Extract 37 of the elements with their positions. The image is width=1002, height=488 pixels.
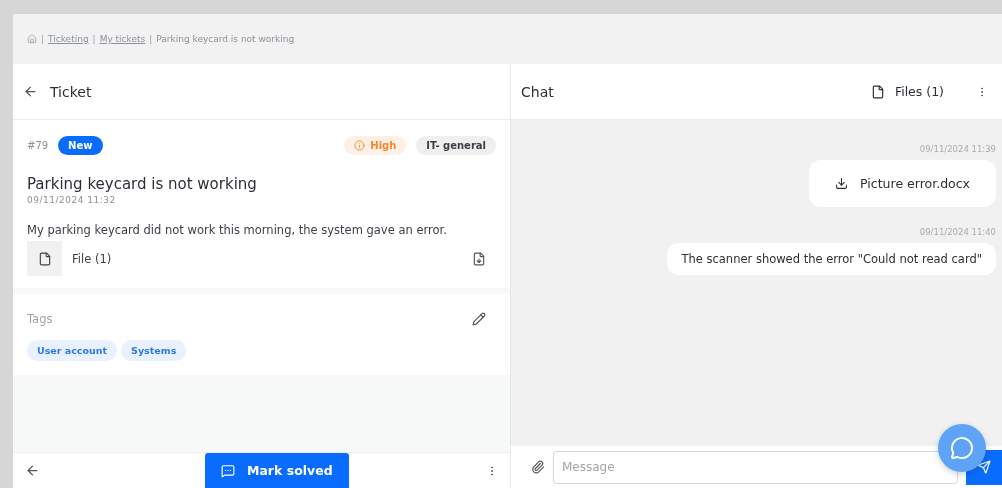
attachment-label: File (1) [72,251,112,266]
message-field[interactable]: Message [553,450,958,484]
chat-bubble-button[interactable] [938,424,986,472]
ticket-subject: Parking keycard is not working [27,175,258,193]
chat-message: The scanner showed the error "Could not read card" [667,243,996,275]
back-button[interactable] [23,84,38,99]
breadcrumb-link[interactable]: Ticketing [48,34,89,44]
chat-title: Chat [521,83,554,100]
message-time: 09/11/2024 11:40 [919,227,996,237]
file-message[interactable]: Picture error.docx [809,160,996,207]
tag-chip: Systems [121,340,187,361]
status-badge: New [58,136,103,155]
tag-chip: User account [27,340,118,361]
priority-badge: High [344,136,407,155]
tags-label: Tags [27,312,53,326]
panel-title: Ticket [50,83,92,100]
breadcrumb-separator: | [92,34,96,44]
page-name: Parking keycard is not working [156,34,295,44]
back-button[interactable] [25,463,40,478]
attach-icon[interactable] [531,460,545,474]
ticket-number: #79 [27,140,49,151]
message-time: 09/11/2024 11:39 [919,144,996,154]
breadcrumb-link[interactable]: My tickets [99,34,146,44]
ticket-date: 09/11/2024 11:32 [27,195,117,205]
breadcrumb-separator: | [41,34,45,44]
ticket-description: My parking keycard did not work this morning, the system gave an error. [27,223,448,237]
download-icon [835,177,849,190]
category-badge: IT- general [416,136,496,155]
file-icon [27,241,62,276]
edit-icon[interactable] [472,312,486,326]
mark-solved-button[interactable]: Mark solved [205,453,349,488]
speech-bubble-icon [950,436,974,460]
file-icon [870,84,885,99]
download-icon[interactable] [472,251,486,266]
files-button[interactable]: Files (1) [864,83,950,100]
breadcrumb-separator: | [149,34,153,44]
send-icon [977,460,991,474]
